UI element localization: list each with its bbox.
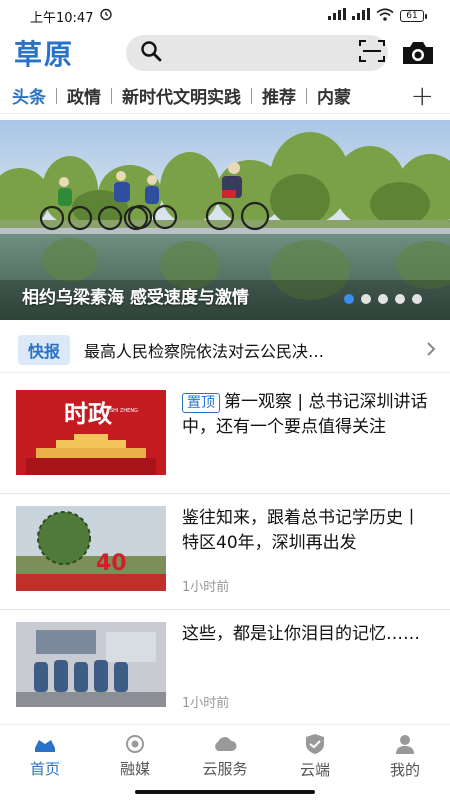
nav-label: 首页 xyxy=(29,760,60,778)
search-input[interactable] xyxy=(170,38,351,68)
tab-headlines[interactable]: 头条 xyxy=(12,83,56,108)
carousel-dot[interactable] xyxy=(344,294,354,304)
carousel-dot[interactable] xyxy=(395,294,405,304)
search-bar[interactable] xyxy=(126,35,388,71)
nav-label: 融媒 xyxy=(119,760,150,778)
status-right: 61 xyxy=(328,7,427,25)
channel-tabs: 头条 政情 新时代文明实践 推荐 内蒙 + xyxy=(0,78,450,114)
bottom-nav: 首页 融媒 云服务 云端 我的 xyxy=(0,724,450,788)
news-thumbnail[interactable]: 40 xyxy=(16,506,166,591)
battery-icon: 61 xyxy=(400,10,427,22)
divider xyxy=(0,372,450,373)
home-icon xyxy=(35,740,55,752)
status-time: 上午10:47 xyxy=(30,10,94,26)
news-title[interactable]: 置顶 第一观察 | 总书记深圳讲话中，还有一个要点值得关注 xyxy=(182,390,434,440)
camera-icon xyxy=(403,42,433,64)
flash-news-bar[interactable]: 快报 最高人民检察院依法对云公民决… xyxy=(0,330,450,370)
app-logo: 草原 xyxy=(14,38,75,71)
cloud-icon xyxy=(215,737,237,751)
news-item[interactable]: 这些，都是让你泪目的记忆…… 1小时前 xyxy=(0,610,450,726)
wifi-icon xyxy=(376,7,394,25)
news-time: 1小时前 xyxy=(182,580,230,595)
nav-cloud-service[interactable]: 云服务 xyxy=(180,725,270,788)
shield-icon xyxy=(306,734,324,754)
header: 草原 xyxy=(0,32,450,74)
carousel-indicator xyxy=(344,294,422,304)
signal-icon-2 xyxy=(352,8,370,24)
carousel-dot[interactable] xyxy=(361,294,371,304)
flash-badge: 快报 xyxy=(18,335,71,365)
status-left: 上午10:47 xyxy=(30,7,113,26)
news-item[interactable]: 时政 SHI ZHENG 置顶 第一观察 | 总书记深圳讲话中，还有一个要点值得关… xyxy=(0,378,450,494)
status-bar: 上午10:47 61 xyxy=(0,0,450,32)
news-item[interactable]: 40 鉴往知来，跟着总书记学历史丨特区40年，深圳再出发 1小时前 xyxy=(0,494,450,610)
news-time: 1小时前 xyxy=(182,696,230,711)
tabs-fade: + xyxy=(394,78,450,113)
nav-label: 我的 xyxy=(389,761,420,779)
thumb-sub-text: SHI ZHENG xyxy=(110,408,138,414)
banner-caption: 相约乌梁素海 感受速度与激情 xyxy=(22,288,249,308)
thumb-title-text: 40 xyxy=(96,551,127,576)
home-indicator[interactable] xyxy=(135,790,315,794)
search-icon[interactable] xyxy=(140,40,162,66)
news-body: 鉴往知来，跟着总书记学历史丨特区40年，深圳再出发 1小时前 xyxy=(182,506,434,597)
news-thumbnail[interactable] xyxy=(16,622,166,707)
tab-civilization-practice[interactable]: 新时代文明实践 xyxy=(112,83,251,108)
carousel-dot[interactable] xyxy=(378,294,388,304)
chevron-right-icon[interactable] xyxy=(426,338,436,362)
nav-cloud-end[interactable]: 云端 xyxy=(270,725,360,788)
news-list: 时政 SHI ZHENG 置顶 第一观察 | 总书记深圳讲话中，还有一个要点值得关… xyxy=(0,378,450,726)
scan-icon[interactable] xyxy=(359,39,385,67)
media-icon xyxy=(126,735,144,753)
banner-carousel[interactable]: 相约乌梁素海 感受速度与激情 xyxy=(0,120,450,320)
alarm-icon xyxy=(99,7,113,25)
tab-politics[interactable]: 政情 xyxy=(57,83,111,108)
nav-profile[interactable]: 我的 xyxy=(360,725,450,788)
pinned-tag: 置顶 xyxy=(182,393,220,413)
user-icon xyxy=(396,735,414,754)
news-body: 这些，都是让你泪目的记忆…… 1小时前 xyxy=(182,622,434,713)
camera-button[interactable] xyxy=(400,39,436,67)
flash-headline[interactable]: 最高人民检察院依法对云公民决… xyxy=(84,338,418,362)
nav-home[interactable]: 首页 xyxy=(0,725,90,788)
add-channel-icon[interactable]: + xyxy=(411,82,434,110)
nav-label: 云端 xyxy=(299,761,330,779)
news-body: 置顶 第一观察 | 总书记深圳讲话中，还有一个要点值得关注 xyxy=(182,390,434,481)
news-title[interactable]: 鉴往知来，跟着总书记学历史丨特区40年，深圳再出发 xyxy=(182,506,434,556)
news-thumbnail[interactable]: 时政 SHI ZHENG xyxy=(16,390,166,475)
thumb-title-text: 时政 xyxy=(64,399,112,428)
news-title[interactable]: 这些，都是让你泪目的记忆…… xyxy=(182,622,434,647)
nav-label: 云服务 xyxy=(202,760,248,778)
nav-media[interactable]: 融媒 xyxy=(90,725,180,788)
signal-icon xyxy=(328,8,346,24)
tab-recommend[interactable]: 推荐 xyxy=(252,83,306,108)
carousel-dot[interactable] xyxy=(412,294,422,304)
tab-inner-mongolia[interactable]: 内蒙 xyxy=(307,83,361,108)
